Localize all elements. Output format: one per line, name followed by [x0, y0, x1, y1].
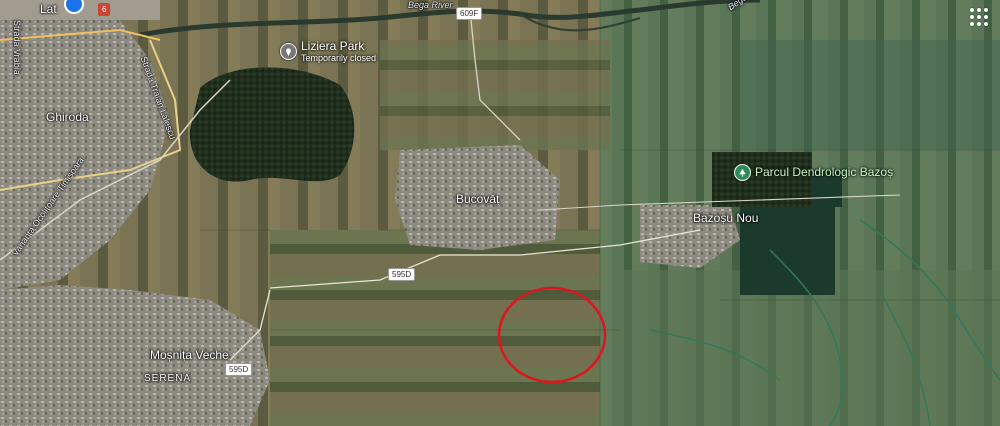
road-badge-609f: 609F: [456, 7, 483, 20]
park-icon: [734, 164, 751, 181]
place-label-bucovat[interactable]: Bucovăț: [456, 192, 499, 206]
apps-grid-icon[interactable]: [968, 6, 990, 28]
place-label-mosnita-veche[interactable]: Moșnița Veche: [150, 348, 229, 362]
place-label-bazosu-nou[interactable]: Bazoșu Nou: [693, 211, 758, 225]
map-canvas[interactable]: Lat Ghiroda Bucovăț Bazoșu Nou Moșnița V…: [0, 0, 1000, 426]
poi-name: Liziera Park: [301, 39, 365, 53]
place-label-serena[interactable]: SERENA: [144, 373, 191, 384]
river-label-bega: Bega River: [408, 0, 453, 10]
poi-parcul-dendrologic[interactable]: Parcul Dendrologic Bazoș: [734, 164, 893, 181]
place-label-ghiroda[interactable]: Ghiroda: [46, 110, 89, 124]
place-pin-icon: [280, 43, 297, 60]
road-badge-595d-2: 595D: [225, 363, 253, 376]
poi-status: Temporarily closed: [301, 53, 377, 63]
road-badge-595d: 595D: [388, 268, 416, 281]
road-badge-6: 6: [98, 3, 111, 16]
street-label-vrabia: Strada Vrabia: [12, 20, 22, 75]
place-label-lat: Lat: [40, 2, 57, 16]
poi-name: Parcul Dendrologic Bazoș: [755, 165, 894, 179]
poi-liziera-park[interactable]: Liziera Park Temporarily closed: [280, 40, 376, 63]
